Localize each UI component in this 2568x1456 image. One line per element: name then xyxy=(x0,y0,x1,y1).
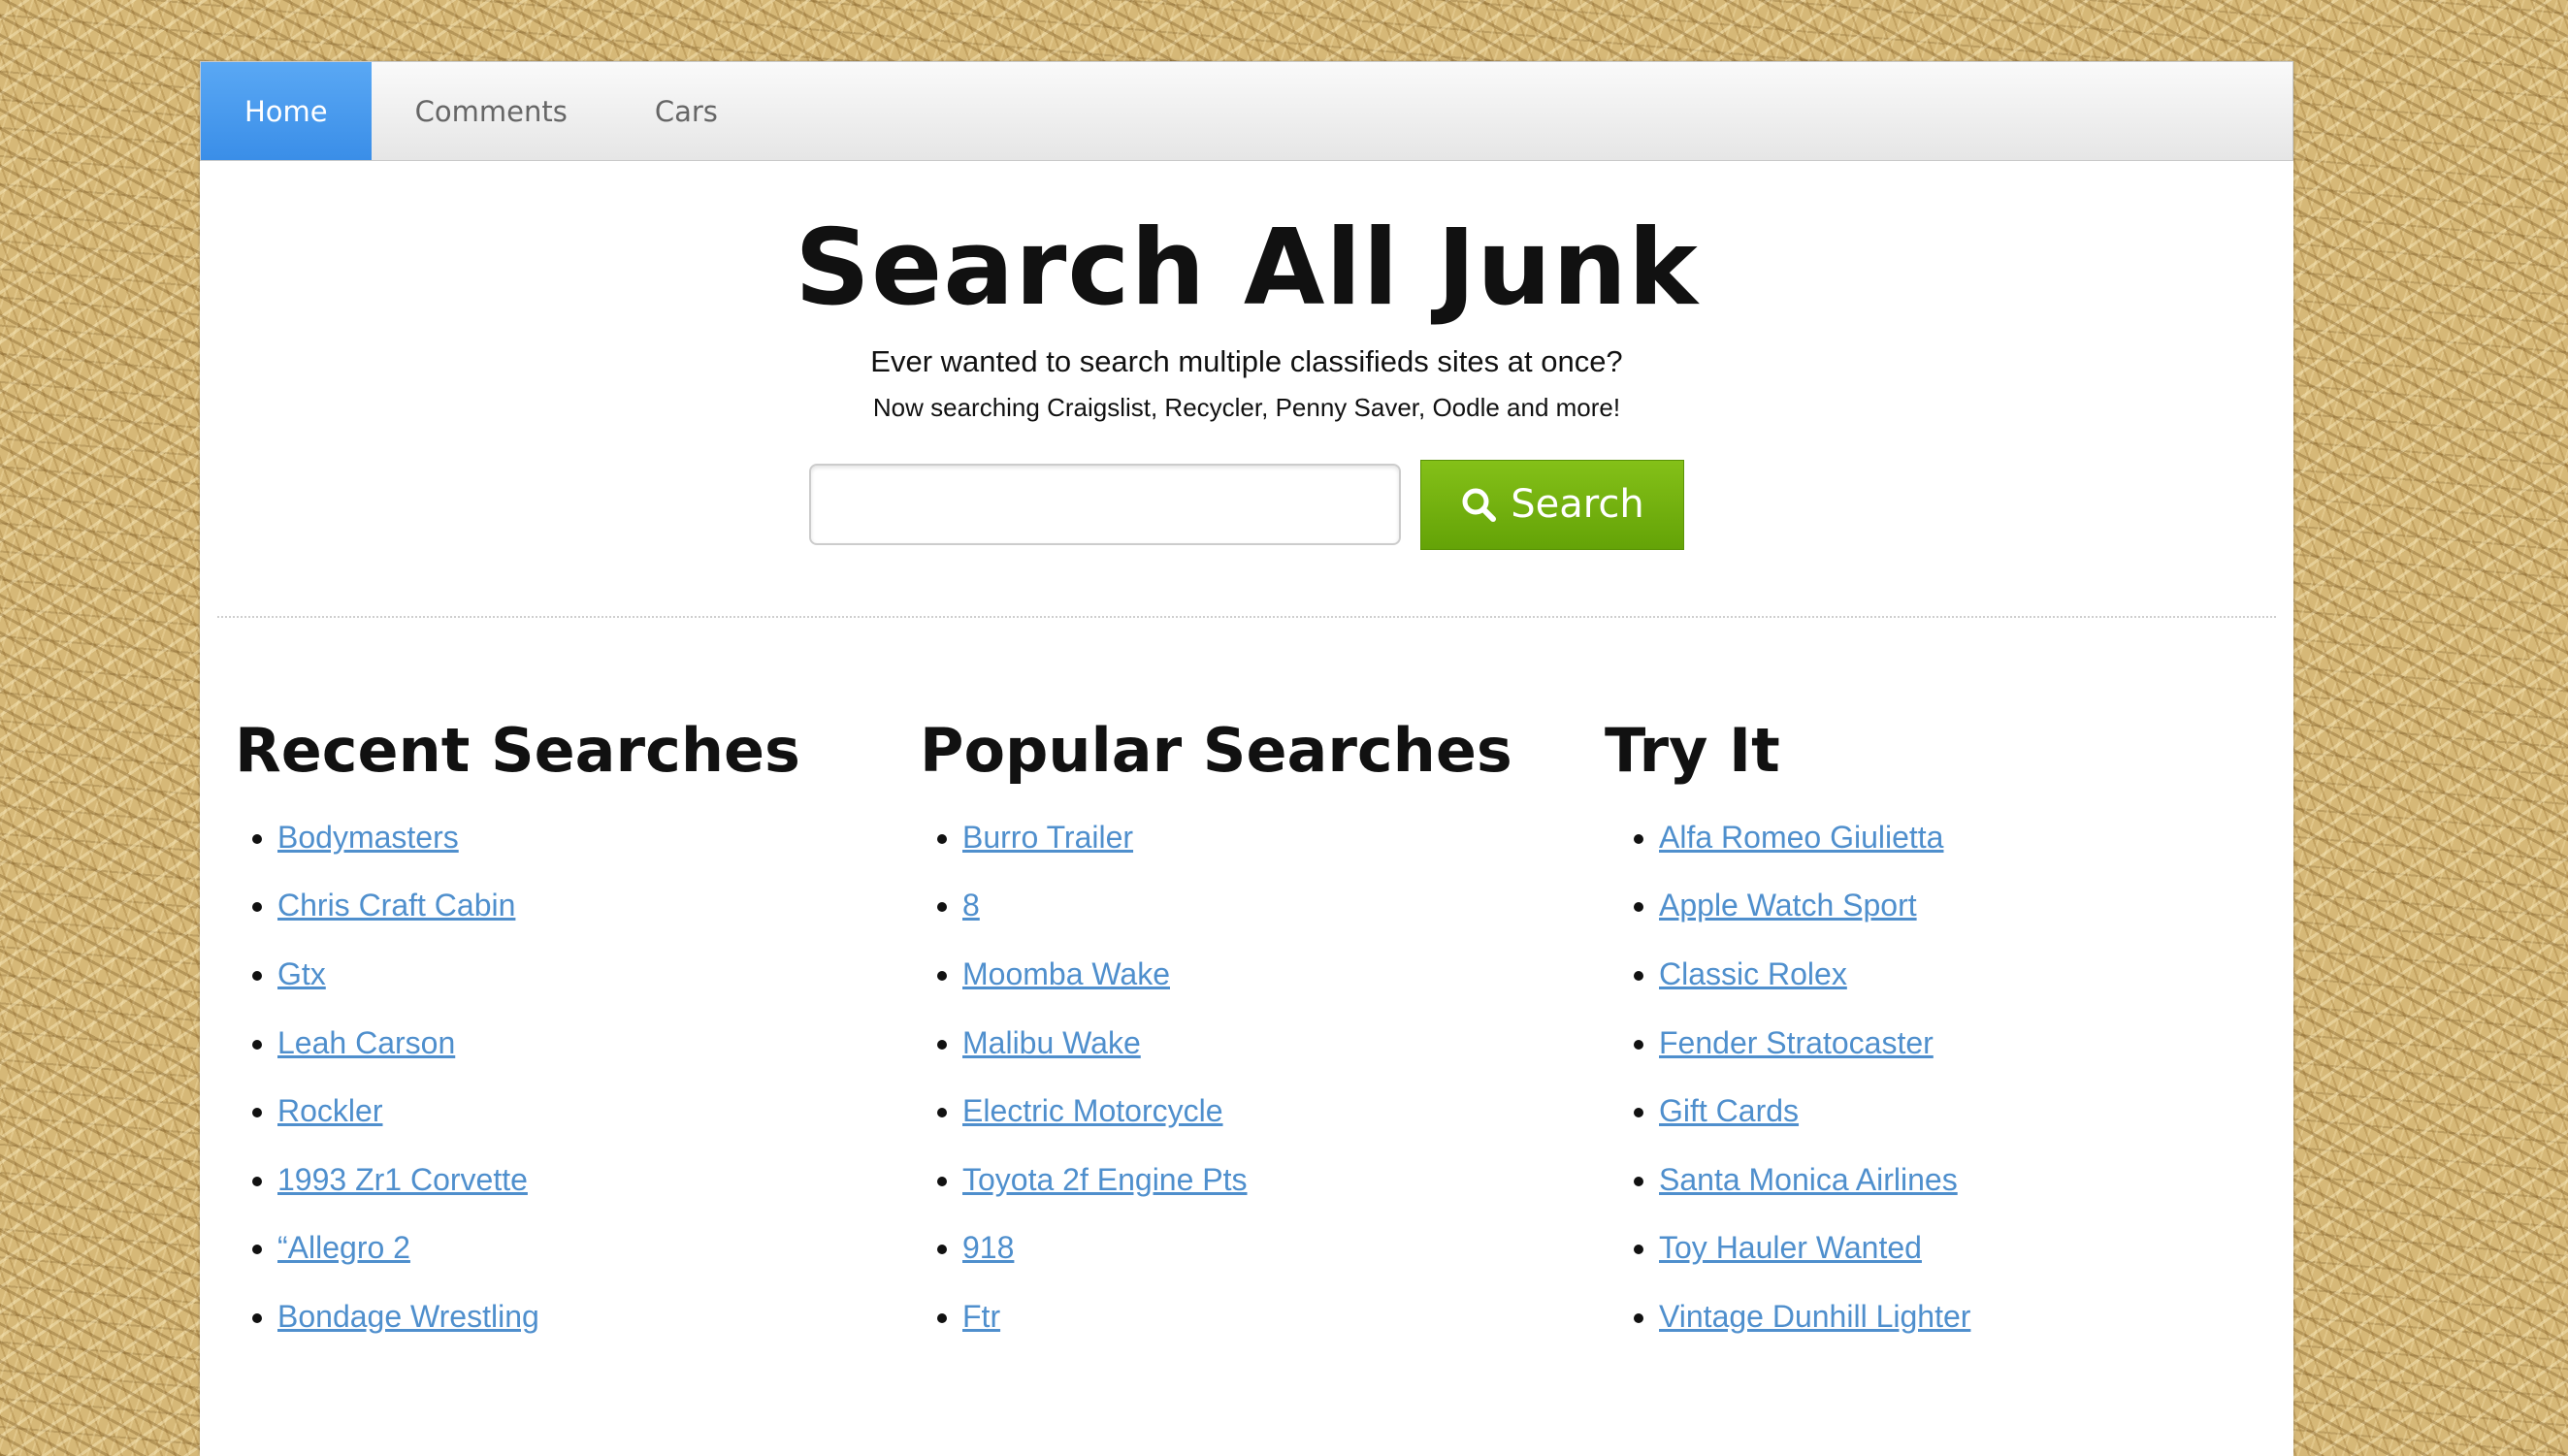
search-input[interactable] xyxy=(809,464,1401,546)
list-item: Apple Watch Sport xyxy=(1659,886,2290,954)
list-item: Electric Motorcycle xyxy=(962,1091,1605,1160)
nav-home[interactable]: Home xyxy=(201,62,372,160)
recent-searches-heading: Recent Searches xyxy=(235,714,800,786)
tagline: Ever wanted to search multiple classifie… xyxy=(870,343,1623,378)
list-item: Rockler xyxy=(277,1091,920,1160)
try-it-link[interactable]: Apple Watch Sport xyxy=(1659,888,1917,922)
try-it-link[interactable]: Fender Stratocaster xyxy=(1659,1025,1934,1060)
list-item: Bondage Wrestling xyxy=(277,1297,920,1366)
list-item: Fender Stratocaster xyxy=(1659,1023,2290,1092)
list-item: Bodymasters xyxy=(277,818,920,887)
list-item: Chris Craft Cabin xyxy=(277,886,920,954)
list-item: Gift Cards xyxy=(1659,1091,2290,1160)
list-item: Gtx xyxy=(277,954,920,1023)
popular-searches-heading: Popular Searches xyxy=(920,714,1512,786)
page-container: Home Comments Cars Search All Junk Ever … xyxy=(200,61,2293,1456)
list-item: “Allegro 2 xyxy=(277,1228,920,1297)
popular-search-link[interactable]: Toyota 2f Engine Pts xyxy=(962,1162,1248,1197)
popular-searches-list: Burro Trailer 8 Moomba Wake Malibu Wake … xyxy=(920,818,1605,1366)
recent-searches-column: Recent Searches Bodymasters Chris Craft … xyxy=(235,714,920,1366)
try-it-heading: Try It xyxy=(1605,714,1780,786)
try-it-list: Alfa Romeo Giulietta Apple Watch Sport C… xyxy=(1605,818,2290,1366)
try-it-link[interactable]: Alfa Romeo Giulietta xyxy=(1659,820,1943,855)
try-it-column: Try It Alfa Romeo Giulietta Apple Watch … xyxy=(1605,714,2290,1366)
divider xyxy=(217,615,2276,618)
try-it-link[interactable]: Gift Cards xyxy=(1659,1093,1799,1128)
nav-cars[interactable]: Cars xyxy=(611,62,762,160)
recent-search-link[interactable]: Bodymasters xyxy=(277,820,459,855)
page-title: Search All Junk xyxy=(795,208,1699,329)
page-background: { "nav": { "items": [ {"label": "Home", … xyxy=(0,0,2568,1456)
popular-searches-column: Popular Searches Burro Trailer 8 Moomba … xyxy=(920,714,1605,1366)
search-columns: Recent Searches Bodymasters Chris Craft … xyxy=(200,714,2293,1366)
popular-search-link[interactable]: 918 xyxy=(962,1230,1014,1265)
try-it-link[interactable]: Santa Monica Airlines xyxy=(1659,1162,1958,1197)
list-item: Santa Monica Airlines xyxy=(1659,1160,2290,1229)
recent-search-link[interactable]: Rockler xyxy=(277,1093,382,1128)
list-item: Classic Rolex xyxy=(1659,954,2290,1023)
recent-searches-list: Bodymasters Chris Craft Cabin Gtx Leah C… xyxy=(235,818,920,1366)
search-button[interactable]: Search xyxy=(1420,459,1684,550)
list-item: Malibu Wake xyxy=(962,1023,1605,1092)
nav-comments[interactable]: Comments xyxy=(372,62,611,160)
recent-search-link[interactable]: 1993 Zr1 Corvette xyxy=(277,1162,528,1197)
list-item: Leah Carson xyxy=(277,1023,920,1092)
list-item: Alfa Romeo Giulietta xyxy=(1659,818,2290,887)
list-item: Burro Trailer xyxy=(962,818,1605,887)
list-item: 1993 Zr1 Corvette xyxy=(277,1160,920,1229)
try-it-link[interactable]: Vintage Dunhill Lighter xyxy=(1659,1299,1970,1334)
list-item: Toyota 2f Engine Pts xyxy=(962,1160,1605,1229)
list-item: Toy Hauler Wanted xyxy=(1659,1228,2290,1297)
recent-search-link[interactable]: Chris Craft Cabin xyxy=(277,888,515,922)
search-button-label: Search xyxy=(1511,482,1644,528)
popular-search-link[interactable]: Malibu Wake xyxy=(962,1025,1141,1060)
list-item: 918 xyxy=(962,1228,1605,1297)
search-row: Search xyxy=(200,459,2293,550)
recent-search-link[interactable]: Bondage Wrestling xyxy=(277,1299,539,1334)
popular-search-link[interactable]: Burro Trailer xyxy=(962,820,1133,855)
top-navbar: Home Comments Cars xyxy=(200,61,2293,161)
popular-search-link[interactable]: 8 xyxy=(962,888,980,922)
popular-search-link[interactable]: Electric Motorcycle xyxy=(962,1093,1223,1128)
list-item: Vintage Dunhill Lighter xyxy=(1659,1297,2290,1366)
recent-search-link[interactable]: “Allegro 2 xyxy=(277,1230,410,1265)
popular-search-link[interactable]: Ftr xyxy=(962,1299,1000,1334)
recent-search-link[interactable]: Gtx xyxy=(277,956,326,991)
popular-search-link[interactable]: Moomba Wake xyxy=(962,956,1170,991)
list-item: Moomba Wake xyxy=(962,954,1605,1023)
sources-subline: Now searching Craigslist, Recycler, Penn… xyxy=(872,392,1621,422)
try-it-link[interactable]: Classic Rolex xyxy=(1659,956,1847,991)
try-it-link[interactable]: Toy Hauler Wanted xyxy=(1659,1230,1922,1265)
search-icon xyxy=(1462,488,1497,523)
list-item: Ftr xyxy=(962,1297,1605,1366)
hero-section: Search All Junk Ever wanted to search mu… xyxy=(200,161,2293,550)
recent-search-link[interactable]: Leah Carson xyxy=(277,1025,455,1060)
list-item: 8 xyxy=(962,886,1605,954)
